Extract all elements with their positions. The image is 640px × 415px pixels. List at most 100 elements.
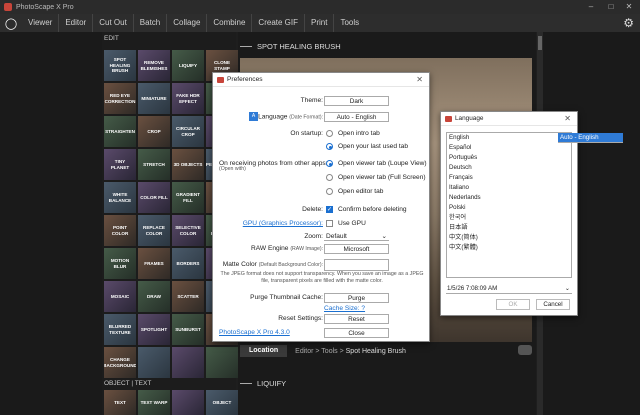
tool-tile-empty[interactable] <box>138 347 170 378</box>
version-link[interactable]: PhotoScape X Pro 4.3.0 <box>219 329 290 336</box>
language-option[interactable]: Português <box>447 153 571 163</box>
language-option[interactable]: 中文(简体) <box>447 233 571 243</box>
tool-tile-liquify[interactable]: LIQUIFY <box>172 50 204 81</box>
language-close-icon[interactable]: ✕ <box>564 114 571 123</box>
cache-size-link[interactable]: Cache Size: ? <box>324 305 365 312</box>
gear-icon[interactable]: ⚙ <box>623 16 634 30</box>
receiving-fullscreen-radio[interactable] <box>326 174 333 181</box>
language-option[interactable]: Polski <box>447 203 571 213</box>
menu-print[interactable]: Print <box>305 14 335 32</box>
language-option[interactable]: Deutsch <box>447 163 571 173</box>
reset-button[interactable]: Reset <box>324 313 389 324</box>
tool-tile-draw[interactable]: DRAW <box>138 281 170 312</box>
youtube-icon[interactable] <box>518 345 532 355</box>
menu-viewer[interactable]: Viewer <box>22 14 60 32</box>
tool-tile-spot-healing-brush[interactable]: SPOT HEALING BRUSH <box>104 50 136 81</box>
menu-combine[interactable]: Combine <box>207 14 253 32</box>
tool-tile-empty[interactable] <box>206 347 238 378</box>
tool-tile-frames[interactable]: FRAMES <box>138 248 170 279</box>
tool-tile-label: FRAMES <box>144 260 164 266</box>
object-tile-empty[interactable] <box>172 390 204 415</box>
raw-sub-label: (RAW Image): <box>290 246 323 252</box>
tool-tile-3d-objects[interactable]: 3D OBJECTS <box>172 149 204 180</box>
raw-engine-button[interactable]: Microsoft <box>324 243 389 254</box>
menu-collage[interactable]: Collage <box>167 14 208 32</box>
ok-button[interactable]: OK <box>496 299 530 310</box>
menu-tools[interactable]: Tools <box>334 14 365 32</box>
date-format-select[interactable]: 1/5/26 7:08:09 AM ⌄ <box>446 284 572 294</box>
tool-tile-straighten[interactable]: STRAIGHTEN <box>104 116 136 147</box>
language-option[interactable]: Français <box>447 173 571 183</box>
receiving-editor-label[interactable]: Open editor tab <box>338 188 383 195</box>
tool-tile-label: REPLACE COLOR <box>143 225 165 236</box>
tool-tile-change-background[interactable]: CHANGE BACKGROUND <box>104 347 136 378</box>
menu-cut-out[interactable]: Cut Out <box>93 14 134 32</box>
language-option[interactable]: Nederlands <box>447 193 571 203</box>
receiving-fullscreen-label[interactable]: Open viewer tab (Full Screen) <box>338 174 426 181</box>
tool-tile-spotlight[interactable]: SPOTLIGHT <box>138 314 170 345</box>
title-bar: PhotoScape X Pro – □ ✕ <box>0 0 640 14</box>
tool-tile-label: 3D OBJECTS <box>173 161 203 167</box>
tool-tile-color-fill[interactable]: COLOR FILL <box>138 182 170 213</box>
home-icon[interactable]: ◯ <box>0 17 22 30</box>
tool-tile-crop[interactable]: CROP <box>138 116 170 147</box>
cancel-button[interactable]: Cancel <box>536 299 570 310</box>
language-button[interactable]: Auto - English <box>324 111 389 122</box>
language-option[interactable]: Auto - English <box>558 133 623 143</box>
tool-tile-remove-blemishes[interactable]: REMOVE BLEMISHES <box>138 50 170 81</box>
tool-tile-miniature[interactable]: MINIATURE <box>138 83 170 114</box>
language-option[interactable]: 中文(繁體) <box>447 243 571 253</box>
menu-editor[interactable]: Editor <box>59 14 94 32</box>
menu-create-gif[interactable]: Create GIF <box>252 14 305 32</box>
tool-tile-borders[interactable]: BORDERS <box>172 248 204 279</box>
tool-tile-circular-crop[interactable]: CIRCULAR CROP <box>172 116 204 147</box>
tool-tile-motion-blur[interactable]: MOTION BLUR <box>104 248 136 279</box>
minimize-icon[interactable]: – <box>582 0 600 14</box>
scrollbar-thumb[interactable] <box>538 36 542 50</box>
confirm-delete-label[interactable]: Confirm before deleting <box>338 206 407 213</box>
tool-tile-empty[interactable] <box>172 347 204 378</box>
object-tile-object[interactable]: OBJECT <box>206 390 238 415</box>
tool-tile-white-balance[interactable]: WHITE BALANCE <box>104 182 136 213</box>
theme-button[interactable]: Dark <box>324 95 389 106</box>
tool-tile-scatter[interactable]: SCATTER <box>172 281 204 312</box>
startup-intro-radio[interactable] <box>326 130 333 137</box>
startup-last-tab-label[interactable]: Open your last used tab <box>338 143 408 150</box>
language-list[interactable]: Auto - English English Español Português Deu… <box>446 132 623 278</box>
tool-tile-tiny-planet[interactable]: TINY PLANET <box>104 149 136 180</box>
language-option[interactable]: 한국어 <box>447 213 571 223</box>
language-label: A Language (Date Format): <box>249 112 323 121</box>
tool-tile-replace-color[interactable]: REPLACE COLOR <box>138 215 170 246</box>
tool-tile-sunburst[interactable]: SUNBURST <box>172 314 204 345</box>
use-gpu-checkbox[interactable] <box>326 220 333 227</box>
maximize-icon[interactable]: □ <box>602 0 620 14</box>
tool-tile-selective-color[interactable]: SELECTIVE COLOR <box>172 215 204 246</box>
matte-color-swatch[interactable] <box>324 258 389 271</box>
close-icon[interactable]: ✕ <box>620 0 638 14</box>
language-option[interactable]: English <box>447 133 571 143</box>
startup-intro-label[interactable]: Open intro tab <box>338 130 380 137</box>
zoom-select[interactable]: Default ⌄ <box>324 232 389 241</box>
tool-tile-gradient-fill[interactable]: GRADIENT FILL <box>172 182 204 213</box>
tool-tile-mosaic[interactable]: MOSAIC <box>104 281 136 312</box>
use-gpu-label[interactable]: Use GPU <box>338 220 366 227</box>
language-option[interactable]: Italiano <box>447 183 571 193</box>
startup-last-tab-radio[interactable] <box>326 143 333 150</box>
object-tile-text[interactable]: TEXT <box>104 390 136 415</box>
object-tile-text-warp[interactable]: TEXT WARP <box>138 390 170 415</box>
preferences-close-icon[interactable]: ✕ <box>416 75 423 84</box>
tool-tile-blurred-texture[interactable]: BLURRED TEXTURE <box>104 314 136 345</box>
gpu-link[interactable]: GPU (Graphics Processor): <box>243 220 323 227</box>
close-button[interactable]: Close <box>324 327 389 338</box>
purge-button[interactable]: Purge <box>324 292 389 303</box>
location-button[interactable]: Location <box>240 345 288 357</box>
tool-tile-point-color[interactable]: POINT COLOR <box>104 215 136 246</box>
tool-tile-stretch[interactable]: STRETCH <box>138 149 170 180</box>
tool-tile-fake-hdr-effect[interactable]: FAKE HDR EFFECT <box>172 83 204 114</box>
menu-batch[interactable]: Batch <box>134 14 168 32</box>
tool-tile-red-eye-correction[interactable]: RED EYE CORRECTION <box>104 83 136 114</box>
confirm-delete-checkbox[interactable]: ✓ <box>326 206 333 213</box>
receiving-editor-radio[interactable] <box>326 188 333 195</box>
language-option[interactable]: 日本語 <box>447 223 571 233</box>
language-option[interactable]: Español <box>447 143 571 153</box>
